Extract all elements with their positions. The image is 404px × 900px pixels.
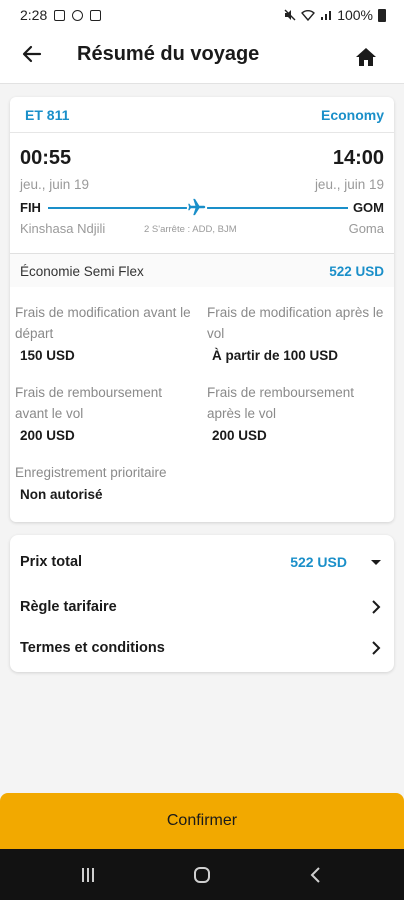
status-bar: 2:28 100% [0, 0, 404, 30]
total-price-row[interactable]: Prix total 522 USD [10, 545, 394, 579]
image-notification-icon [54, 9, 66, 21]
flight-details-card: ET 811 Economy 00:55 14:00 jeu., juin 19… [10, 97, 394, 522]
rule-value: 150 USD [20, 348, 75, 363]
fare-price: 522 USD [329, 264, 384, 279]
system-back-icon[interactable] [304, 863, 328, 887]
home-icon[interactable] [354, 45, 378, 69]
cabin-class: Economy [320, 107, 384, 123]
airplane-icon [186, 198, 208, 216]
dropdown-caret-icon[interactable] [368, 554, 384, 570]
flight-header: ET 811 Economy [10, 97, 394, 133]
rule-label: Frais de modification avant le départ [15, 305, 191, 341]
rule-label: Frais de remboursement avant le vol [15, 385, 163, 421]
arrival-city: Goma [348, 221, 384, 236]
fare-rule-row[interactable]: Règle tarifaire [10, 590, 394, 624]
back-arrow-icon[interactable] [20, 42, 44, 66]
fare-name: Économie Semi Flex [20, 264, 144, 279]
rule-label: Frais de remboursement après le vol [207, 385, 355, 421]
departure-date: jeu., juin 19 [20, 177, 90, 192]
departure-city: Kinshasa Ndjili [20, 221, 106, 236]
total-price-value: 522 USD [290, 554, 347, 570]
fare-type-row: Économie Semi Flex 522 USD [10, 253, 394, 287]
terms-row[interactable]: Termes et conditions [10, 631, 394, 665]
stops-info: 2 S'arrête : ADD, BJM [144, 224, 237, 235]
chevron-right-icon [372, 600, 381, 614]
confirm-button[interactable]: Confirmer [0, 793, 404, 849]
signal-icon [321, 11, 332, 20]
arrival-date: jeu., juin 19 [314, 177, 384, 192]
home-button-icon[interactable] [190, 863, 214, 887]
fare-rule-change-before: Frais de modification avant le départ 15… [15, 302, 195, 363]
settings-notification-icon [72, 9, 84, 21]
fare-rule-refund-after: Frais de remboursement après le vol 200 … [207, 382, 387, 443]
fare-rule-refund-before: Frais de remboursement avant le vol 200 … [15, 382, 195, 443]
rule-value: 200 USD [212, 428, 267, 443]
rule-value: À partir de 100 USD [212, 348, 339, 363]
fare-rule-change-after: Frais de modification après le vol À par… [207, 302, 387, 363]
mail-notification-icon [90, 9, 102, 21]
mute-icon [284, 9, 296, 21]
arrival-time: 14:00 [332, 147, 384, 169]
rule-value: 200 USD [20, 428, 75, 443]
fare-rules: Frais de modification avant le départ 15… [10, 287, 394, 520]
fare-rule-priority-checkin: Enregistrement prioritaire Non autorisé [15, 462, 275, 502]
departure-time: 00:55 [20, 147, 72, 169]
chevron-right-icon [372, 641, 381, 655]
battery-percent: 100% [337, 7, 373, 23]
fare-rule-label: Règle tarifaire [20, 599, 117, 615]
system-nav-bar [0, 849, 404, 900]
page-title: Résumé du voyage [77, 43, 260, 65]
battery-icon [378, 8, 386, 22]
flight-itinerary: 00:55 14:00 jeu., juin 19 jeu., juin 19 … [10, 133, 394, 253]
terms-label: Termes et conditions [20, 640, 165, 656]
rule-value: Non autorisé [20, 487, 103, 502]
rule-label: Enregistrement prioritaire [15, 465, 167, 480]
rule-label: Frais de modification après le vol [207, 305, 384, 341]
recent-apps-icon[interactable] [76, 863, 100, 887]
total-price-label: Prix total [20, 554, 83, 570]
departure-code: FIH [20, 200, 41, 215]
arrival-code: GOM [352, 200, 384, 215]
flight-number: ET 811 [25, 107, 70, 123]
wifi-icon [301, 10, 316, 21]
price-summary-card: Prix total 522 USD Règle tarifaire Terme… [10, 535, 394, 672]
app-bar: Résumé du voyage [0, 30, 404, 84]
status-time: 2:28 [20, 7, 48, 23]
